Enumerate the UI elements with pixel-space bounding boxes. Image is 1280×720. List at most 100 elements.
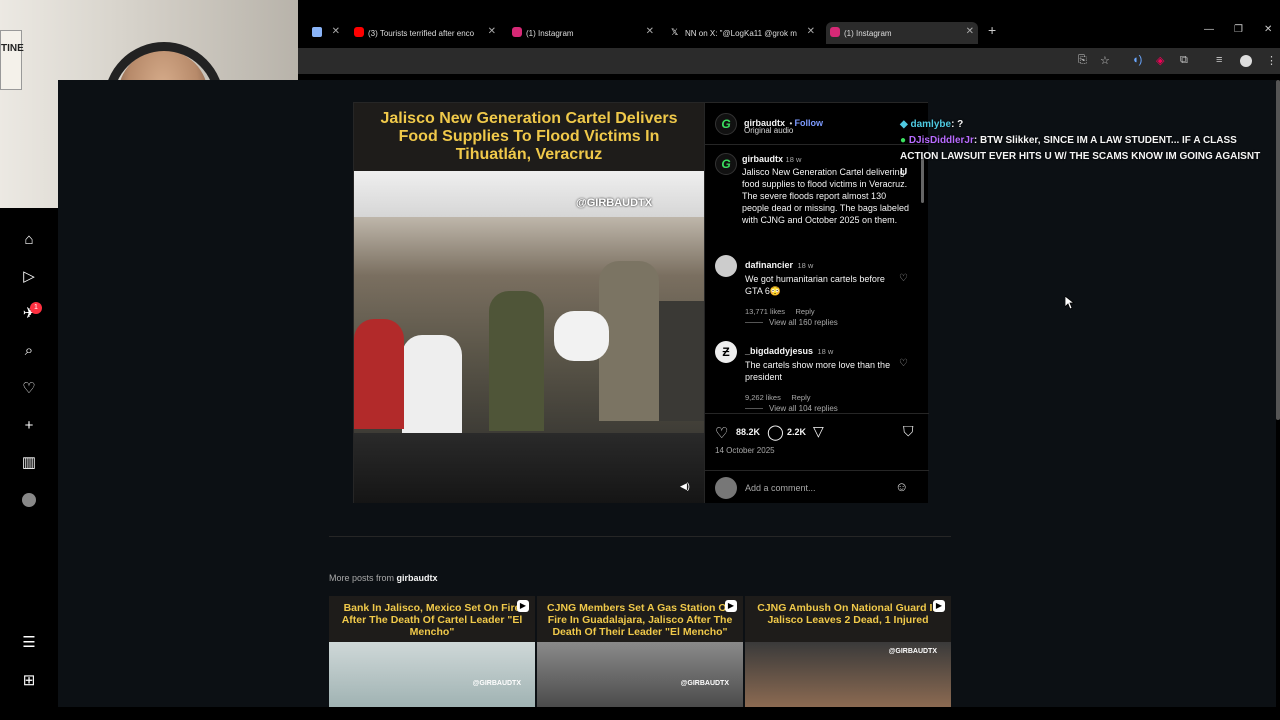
comment-username[interactable]: _bigdaddyjesus: [745, 346, 813, 356]
chat-message: ◆ damlybe: ?: [900, 117, 1270, 133]
more-post-thumb[interactable]: Bank In Jalisco, Mexico Set On Fire Afte…: [329, 596, 535, 708]
minimize-icon[interactable]: —: [1204, 24, 1214, 35]
tab-1[interactable]: (3) Tourists terrified after enco ✕: [350, 22, 500, 44]
chat-message: ● DJisDiddlerJr: BTW Slikker, SINCE IM A…: [900, 133, 1270, 181]
like-count[interactable]: 88.2K: [736, 427, 760, 437]
profile-avatar[interactable]: [19, 490, 39, 510]
follow-button[interactable]: Follow: [795, 118, 824, 128]
chat-text: : ?: [951, 119, 964, 130]
create-icon[interactable]: +: [19, 415, 39, 435]
more-posts-heading: More posts from girbaudtx: [329, 573, 438, 583]
video-frame[interactable]: @GIRBAUDTX: [354, 171, 704, 433]
comment-avatar[interactable]: Ƶ: [715, 341, 737, 363]
comment-icon[interactable]: ◯: [767, 423, 784, 441]
comment-count[interactable]: 2.2K: [787, 427, 806, 437]
share-icon[interactable]: ▽: [813, 423, 824, 440]
like-icon[interactable]: ♡: [715, 424, 728, 442]
profile-avatar-icon[interactable]: [1240, 55, 1252, 67]
tab-3[interactable]: 𝕏 NN on X: "@LogKa11 @grok m ✕: [667, 22, 819, 44]
post-media[interactable]: Jalisco New Generation Cartel Delivers F…: [354, 103, 704, 503]
more-post-thumb[interactable]: CJNG Members Set A Gas Station On Fire I…: [537, 596, 743, 708]
post-sidebar: G girbaudtx • Follow Original audio G gi…: [704, 103, 929, 503]
thumb-title: CJNG Ambush On National Guard In Jalisco…: [757, 602, 939, 626]
chat-username: DJisDiddlerJr: [908, 135, 974, 146]
youtube-icon: [354, 27, 364, 37]
video-person: [489, 291, 544, 431]
search-icon[interactable]: ⌕: [19, 340, 39, 360]
caption-avatar[interactable]: G: [715, 153, 737, 175]
more-post-thumb[interactable]: CJNG Ambush On National Guard In Jalisco…: [745, 596, 951, 708]
instagram-icon: [512, 27, 522, 37]
dashboard-icon[interactable]: ▥: [19, 452, 39, 472]
view-replies[interactable]: View all 104 replies: [745, 404, 838, 413]
close-icon[interactable]: ✕: [807, 26, 815, 37]
menu-icon[interactable]: ☰: [19, 632, 39, 652]
reel-icon: ▶: [517, 600, 529, 612]
chat-username: damlybe: [910, 119, 952, 130]
wall-sign: TINE: [0, 30, 24, 90]
new-tab-button[interactable]: +: [988, 22, 996, 38]
comment-like-icon[interactable]: ♡: [899, 273, 908, 284]
browser-menu-icon[interactable]: ⋮: [1266, 54, 1277, 67]
volume-icon[interactable]: ◀): [680, 481, 690, 492]
thumb-title: Bank In Jalisco, Mexico Set On Fire Afte…: [341, 602, 523, 638]
bottom-bar: [0, 707, 1280, 720]
tab-label: (1) Instagram: [844, 28, 892, 38]
notification-badge: 1: [30, 302, 42, 314]
media-controls-icon[interactable]: ≡: [1216, 54, 1222, 66]
home-icon[interactable]: ⌂: [19, 229, 39, 249]
tab-0[interactable]: ✕: [308, 22, 344, 44]
view-replies[interactable]: View all 160 replies: [745, 318, 838, 327]
browser-tab-bar: ✕ (3) Tourists terrified after enco ✕ (1…: [298, 20, 1280, 44]
comment-avatar[interactable]: [715, 255, 737, 277]
add-comment-input[interactable]: Add a comment...: [745, 483, 816, 493]
caption-text: Jalisco New Generation Cartel delivering…: [742, 167, 909, 225]
heart-icon[interactable]: ♡: [19, 378, 39, 398]
install-app-icon[interactable]: ⎘: [1078, 54, 1087, 67]
author-avatar[interactable]: G: [715, 113, 737, 135]
comment-likes[interactable]: 9,262 likes: [745, 393, 781, 402]
bookmark-star-icon[interactable]: ☆: [1100, 54, 1110, 67]
extensions-puzzle-icon[interactable]: ⧉: [1180, 54, 1188, 67]
browser-toolbar: ⎘ ☆ ◖) ◈ ⧉ ≡ ⋮: [298, 48, 1280, 74]
tab-label: NN on X: "@LogKa11 @grok m: [685, 28, 797, 38]
close-icon[interactable]: ✕: [646, 26, 654, 37]
extension-audio-icon[interactable]: ◖): [1132, 54, 1142, 66]
comment-username[interactable]: dafinancier: [745, 260, 793, 270]
caption-username[interactable]: girbaudtx: [742, 154, 783, 164]
comment-time: 18 w: [817, 347, 834, 356]
post-caption: girbaudtx 18 w Jalisco New Generation Ca…: [742, 153, 912, 226]
video-bag: [554, 311, 609, 361]
audio-label[interactable]: Original audio: [744, 126, 793, 135]
post-card: Jalisco New Generation Cartel Delivers F…: [353, 102, 929, 503]
thumb-watermark: @GIRBAUDTX: [680, 680, 729, 687]
save-icon[interactable]: ⛉: [903, 423, 914, 440]
more-apps-icon[interactable]: ⊞: [19, 670, 39, 690]
restore-icon[interactable]: ❐: [1234, 24, 1243, 35]
tab-label: (3) Tourists terrified after enco: [368, 28, 475, 38]
post-date: 14 October 2025: [715, 446, 775, 455]
comment-like-icon[interactable]: ♡: [899, 358, 908, 369]
x-icon: 𝕏: [671, 27, 679, 37]
emoji-icon[interactable]: ☺: [895, 479, 908, 494]
reply-button[interactable]: Reply: [791, 393, 810, 402]
window-close-icon[interactable]: ✕: [1264, 24, 1272, 35]
reels-icon[interactable]: ▷: [19, 266, 39, 286]
close-icon[interactable]: ✕: [488, 26, 496, 37]
tab-label: (1) Instagram: [526, 28, 574, 38]
reply-button[interactable]: Reply: [795, 307, 814, 316]
more-posts-user[interactable]: girbaudtx: [397, 573, 438, 583]
comment-likes[interactable]: 13,771 likes: [745, 307, 785, 316]
tab-favicon: [312, 27, 322, 37]
comment-time: 18 w: [797, 261, 814, 270]
comment-text: We got humanitarian cartels before GTA 6…: [745, 274, 885, 296]
close-icon[interactable]: ✕: [966, 26, 974, 37]
video-person: [402, 335, 462, 433]
comment-item: _bigdaddyjesus 18 w The cartels show mor…: [745, 341, 895, 405]
page-scrollbar[interactable]: [1276, 80, 1280, 420]
tab-4-active[interactable]: (1) Instagram ✕: [826, 22, 978, 44]
extension-shield-icon[interactable]: ◈: [1156, 54, 1164, 67]
tab-2[interactable]: (1) Instagram ✕: [508, 22, 658, 44]
thumb-watermark: @GIRBAUDTX: [888, 648, 937, 655]
close-icon[interactable]: ✕: [332, 26, 340, 37]
